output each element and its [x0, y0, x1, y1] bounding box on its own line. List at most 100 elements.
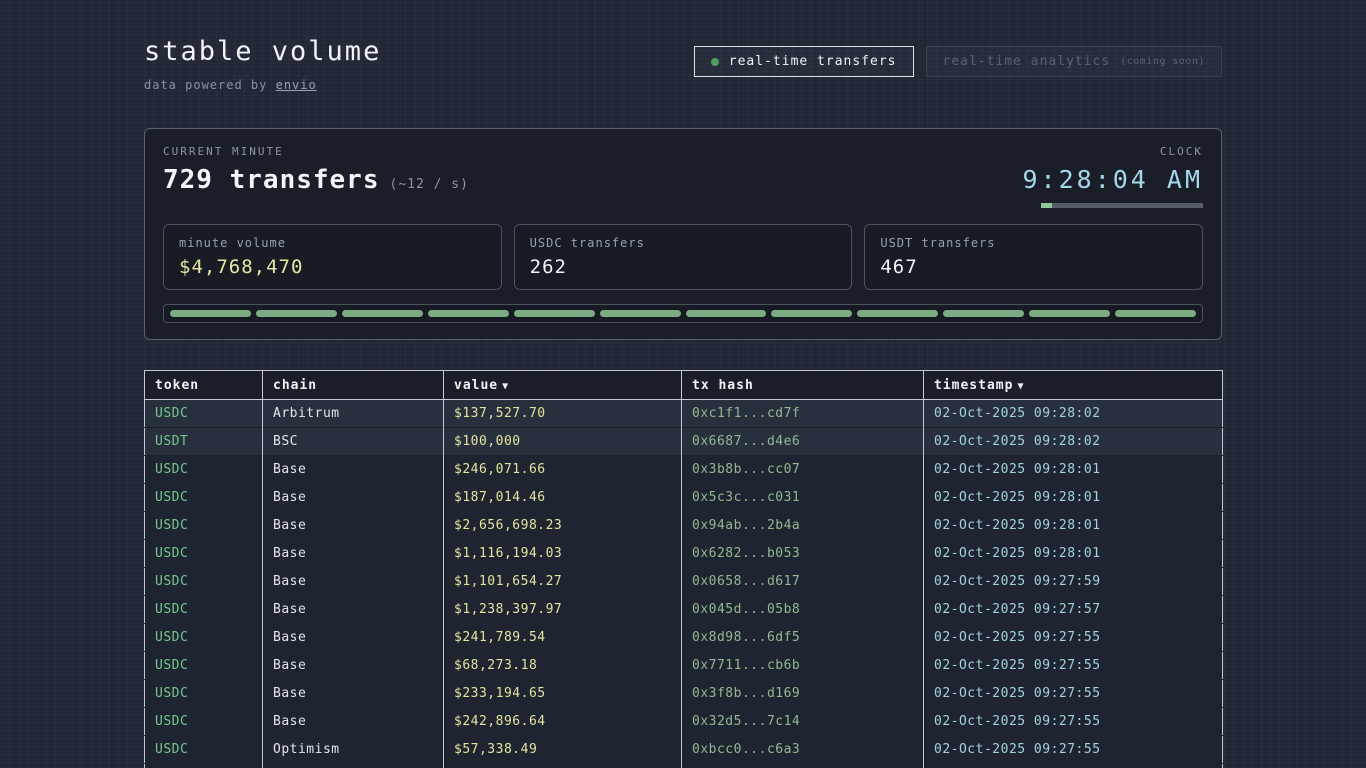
tx-hash-link[interactable]: 0x7711...cb6b [682, 652, 924, 680]
live-dot-icon [711, 58, 719, 66]
tx-hash-link[interactable]: 0x3b8b...cc07 [682, 456, 924, 484]
table-row: USDCBase$187,014.460x5c3c...c03102-Oct-2… [145, 484, 1223, 512]
table-row: USDCBase$242,896.640x32d5...7c1402-Oct-2… [145, 708, 1223, 736]
tx-hash-link[interactable]: 0x6687...d4e6 [682, 428, 924, 456]
token-cell: USDC [145, 596, 263, 624]
stat-card-usdc-transfers: USDC transfers 262 [514, 224, 853, 290]
chain-cell: Base [263, 484, 444, 512]
value-cell: $241,789.54 [444, 624, 682, 652]
stat-label: minute volume [179, 236, 486, 250]
timestamp-cell: 02-Oct-2025 09:28:02 [924, 428, 1223, 456]
chain-cell: Base [263, 624, 444, 652]
minute-progress-segment [943, 310, 1024, 317]
minute-progress-segment [514, 310, 595, 317]
chain-cell: Base [263, 764, 444, 768]
stat-card-usdt-transfers: USDT transfers 467 [864, 224, 1203, 290]
value-cell: $187,014.46 [444, 484, 682, 512]
tab-label: real-time transfers [729, 54, 897, 69]
token-cell: USDC [145, 736, 263, 764]
column-header-hash[interactable]: tx hash [682, 371, 924, 400]
transfers-rate: (~12 / s) [390, 177, 469, 192]
topbar: stable volume data powered by envio real… [144, 36, 1222, 92]
tx-hash-link[interactable]: 0xc1f1...cd7f [682, 400, 924, 428]
table-row: USDCBase$233,194.650xbf75...366102-Oct-2… [145, 764, 1223, 768]
timestamp-cell: 02-Oct-2025 09:28:01 [924, 484, 1223, 512]
minute-progress-segment [1029, 310, 1110, 317]
value-cell: $100,000 [444, 428, 682, 456]
token-cell: USDC [145, 484, 263, 512]
clock-time: 9:28:04 AM [1022, 165, 1203, 194]
timestamp-cell: 02-Oct-2025 09:27:59 [924, 568, 1223, 596]
value-cell: $2,656,698.23 [444, 512, 682, 540]
transfers-table: tokenchainvalue▼tx hashtimestamp▼ USDCAr… [144, 370, 1223, 768]
minute-progress-segment [771, 310, 852, 317]
chain-cell: Base [263, 512, 444, 540]
table-row: USDCBase$1,101,654.270x0658...d61702-Oct… [145, 568, 1223, 596]
minute-progress-segment [686, 310, 767, 317]
stat-value: $4,768,470 [179, 256, 486, 278]
table-row: USDCBase$1,116,194.030x6282...b05302-Oct… [145, 540, 1223, 568]
tx-hash-link[interactable]: 0x32d5...7c14 [682, 708, 924, 736]
token-cell: USDC [145, 512, 263, 540]
timestamp-cell: 02-Oct-2025 09:27:55 [924, 624, 1223, 652]
value-cell: $1,101,654.27 [444, 568, 682, 596]
value-cell: $246,071.66 [444, 456, 682, 484]
stat-card-minute-volume: minute volume $4,768,470 [163, 224, 502, 290]
timestamp-cell: 02-Oct-2025 09:27:55 [924, 736, 1223, 764]
tx-hash-link[interactable]: 0x045d...05b8 [682, 596, 924, 624]
table-row: USDCBase$233,194.650x3f8b...d16902-Oct-2… [145, 680, 1223, 708]
column-header-time[interactable]: timestamp▼ [924, 371, 1223, 400]
token-cell: USDC [145, 652, 263, 680]
clock-label: CLOCK [1022, 145, 1203, 158]
tx-hash-link[interactable]: 0xbcc0...c6a3 [682, 736, 924, 764]
sort-arrow-icon: ▼ [502, 381, 509, 392]
table-row: USDCBase$241,789.540x8d98...6df502-Oct-2… [145, 624, 1223, 652]
tab-bar: real-time transfers real-time analytics … [694, 46, 1222, 77]
page-container: stable volume data powered by envio real… [144, 0, 1222, 768]
chain-cell: Base [263, 568, 444, 596]
tx-hash-link[interactable]: 0x0658...d617 [682, 568, 924, 596]
coming-soon-badge: (coming soon) [1120, 56, 1205, 67]
current-minute-label: CURRENT MINUTE [163, 145, 469, 158]
value-cell: $1,238,397.97 [444, 596, 682, 624]
value-cell: $242,896.64 [444, 708, 682, 736]
subtitle-text: data powered by [144, 78, 276, 92]
column-header-value[interactable]: value▼ [444, 371, 682, 400]
table-row: USDCBase$1,238,397.970x045d...05b802-Oct… [145, 596, 1223, 624]
timestamp-cell: 02-Oct-2025 09:28:02 [924, 400, 1223, 428]
chain-cell: Base [263, 680, 444, 708]
stat-label: USDT transfers [880, 236, 1187, 250]
tx-hash-link[interactable]: 0x8d98...6df5 [682, 624, 924, 652]
token-cell: USDC [145, 540, 263, 568]
column-header-chain[interactable]: chain [263, 371, 444, 400]
minute-progress-segment [256, 310, 337, 317]
subtitle: data powered by envio [144, 78, 381, 92]
timestamp-cell: 02-Oct-2025 09:28:01 [924, 512, 1223, 540]
value-cell: $57,338.49 [444, 736, 682, 764]
stat-value: 467 [880, 256, 1187, 278]
tab-realtime-analytics[interactable]: real-time analytics (coming soon) [926, 46, 1223, 77]
token-cell: USDC [145, 680, 263, 708]
tx-hash-link[interactable]: 0x6282...b053 [682, 540, 924, 568]
panel-top: CURRENT MINUTE 729 transfers (~12 / s) C… [163, 145, 1203, 208]
token-cell: USDC [145, 708, 263, 736]
current-minute-panel: CURRENT MINUTE 729 transfers (~12 / s) C… [144, 128, 1222, 340]
tx-hash-link[interactable]: 0xbf75...3661 [682, 764, 924, 768]
chain-cell: BSC [263, 428, 444, 456]
minute-progress-segment [342, 310, 423, 317]
minute-progress [163, 304, 1203, 323]
stats-row: minute volume $4,768,470 USDC transfers … [163, 224, 1203, 290]
minute-progress-segment [857, 310, 938, 317]
token-cell: USDC [145, 764, 263, 768]
table-row: USDCOptimism$57,338.490xbcc0...c6a302-Oc… [145, 736, 1223, 764]
minute-progress-segment [600, 310, 681, 317]
tx-hash-link[interactable]: 0x3f8b...d169 [682, 680, 924, 708]
tx-hash-link[interactable]: 0x94ab...2b4a [682, 512, 924, 540]
tab-label: real-time analytics [943, 54, 1111, 69]
column-header-token[interactable]: token [145, 371, 263, 400]
tx-hash-link[interactable]: 0x5c3c...c031 [682, 484, 924, 512]
clock-progress-bar [1041, 203, 1203, 208]
tab-realtime-transfers[interactable]: real-time transfers [694, 46, 914, 77]
envio-link[interactable]: envio [276, 78, 317, 92]
page-title: stable volume [144, 36, 381, 67]
